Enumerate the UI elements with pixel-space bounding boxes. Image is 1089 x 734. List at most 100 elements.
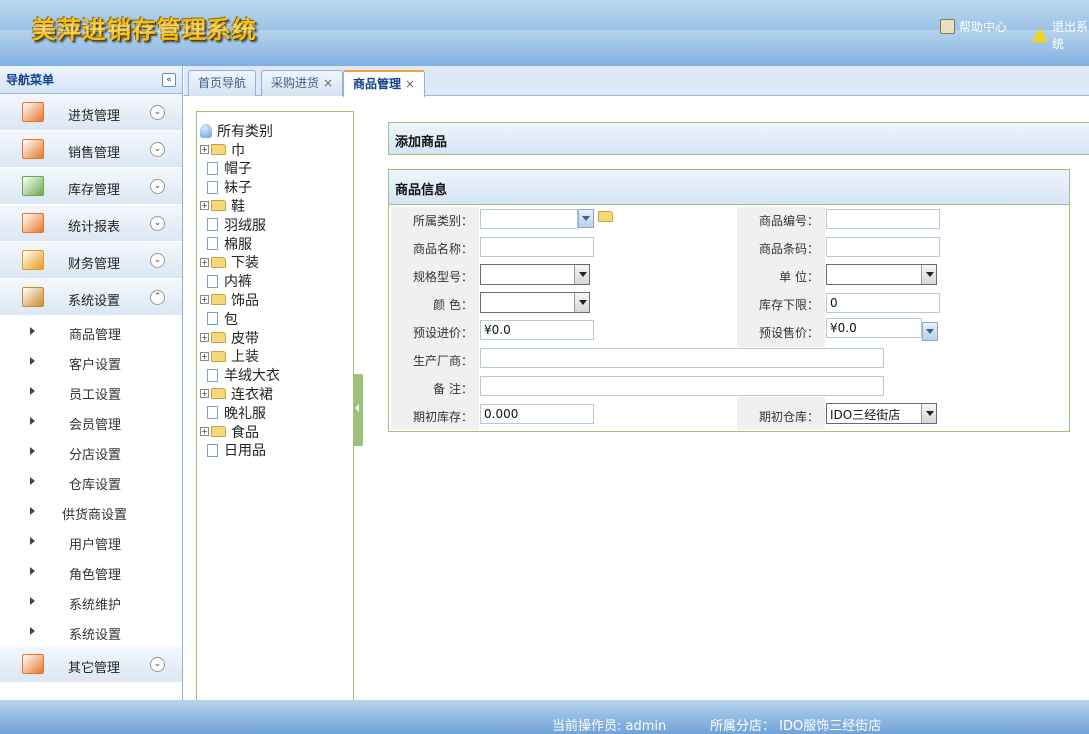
tree-node[interactable]: 羽绒服 [200,215,266,234]
tree-node[interactable]: + 巾 [200,140,245,159]
nav-sub-item[interactable]: 系统维护 [0,586,182,616]
status-bar: 当前操作员: admin 所属分店： IDO服饰三经街店 [0,700,1089,734]
tree-node-label: 食品 [231,424,259,441]
barcode-input[interactable] [826,237,940,257]
tree-root[interactable]: 所有类别 [200,121,273,140]
unit-select[interactable] [826,264,937,285]
category-tree: 所有类别 + 巾帽子 袜子 + 鞋羽绒服 棉服 + 下装内裤 + 饰品包 + 皮带 + 上装 羊绒大衣 + 连衣… [196,111,354,701]
nav-group[interactable]: 系统设置 ⌃ [0,279,182,316]
sell-price-input[interactable]: ¥0.0 [826,318,922,338]
nav-sub-item[interactable]: 角色管理 [0,556,182,586]
nav-group-other[interactable]: 其它管理 ⌄ [0,646,182,683]
product-info-header: 商品信息 [389,170,1069,205]
tree-node[interactable]: + 连衣裙 [200,384,273,403]
nav-sub-item-label: 角色管理 [69,568,122,583]
nav-group[interactable]: 销售管理 ⌄ [0,131,182,168]
tree-node[interactable]: + 皮带 [200,328,259,347]
exit-system-link[interactable]: 退出系统 [1032,18,1089,52]
help-center-link[interactable]: 帮助中心 [940,18,1007,35]
expand-icon[interactable]: + [200,201,209,211]
tab-purchase[interactable]: 采购进货 × [261,70,344,96]
nav-sub-item[interactable]: 会员管理 [0,406,182,436]
folder-icon[interactable] [598,211,613,222]
tree-node[interactable]: + 上装 [200,347,259,366]
stock-min-input[interactable]: 0 [826,293,940,313]
nav-group-label: 库存管理 [68,183,121,198]
nav-group[interactable]: 库存管理 ⌄ [0,168,182,205]
folder-icon [211,350,226,362]
chevron-down-icon[interactable]: ⌄ [150,216,165,231]
expand-icon[interactable]: + [200,333,209,342]
product-name-input[interactable] [480,237,594,257]
init-warehouse-select[interactable]: IDO三经街店 [826,403,937,424]
nav-sub-item[interactable]: 商品管理 [0,316,182,346]
expand-icon[interactable]: + [200,427,209,436]
nav-sub-item[interactable]: 供货商设置 [0,496,182,526]
nav-sub-item[interactable]: 员工设置 [0,376,182,406]
tree-node-label: 帽子 [224,161,252,178]
category-combo[interactable] [480,209,578,229]
buy-price-input[interactable]: ¥0.0 [480,320,594,340]
chevron-down-icon[interactable]: ⌄ [150,657,165,672]
color-label: 颜 色： [433,298,473,312]
nav-sub-item[interactable]: 仓库设置 [0,466,182,496]
nav-group[interactable]: 财务管理 ⌄ [0,242,182,279]
document-icon [207,237,218,250]
tree-node[interactable]: 日用品 [200,441,266,460]
product-code-input[interactable] [826,209,940,229]
init-stock-input[interactable]: 0.000 [480,404,594,424]
tree-node[interactable]: 内裤 [200,272,252,291]
sell-price-dropdown-button[interactable] [922,322,938,341]
caret-right-icon [30,447,35,455]
tree-node-label: 内裤 [224,274,252,291]
chevron-down-icon[interactable]: ⌄ [150,142,165,157]
spec-select[interactable] [480,264,590,285]
nav-sub-item[interactable]: 客户设置 [0,346,182,376]
chevron-up-icon[interactable]: ⌃ [150,290,165,305]
caret-right-icon [30,567,35,575]
expand-icon[interactable]: + [200,351,209,361]
close-icon[interactable]: × [323,76,333,90]
maker-input[interactable] [480,348,884,368]
other-icon [22,654,44,674]
chevron-down-icon[interactable]: ⌄ [150,253,165,268]
nav-sub-item[interactable]: 系统设置 [0,616,182,646]
chevron-down-icon[interactable]: ⌄ [150,105,165,120]
splitter-handle[interactable] [353,374,363,446]
warning-icon [1032,28,1048,42]
tree-root-label: 所有类别 [217,123,273,140]
tree-node[interactable]: + 饰品 [200,290,259,309]
nav-menu-title: 导航菜单 [6,73,55,87]
remark-input[interactable] [480,376,884,396]
tab-product-management[interactable]: 商品管理 × [343,70,426,97]
collapse-left-icon [355,404,359,412]
tree-node[interactable]: + 下装 [200,253,259,272]
expand-icon[interactable]: + [200,145,209,154]
chevron-down-icon[interactable]: ⌄ [150,179,165,194]
caret-right-icon [30,507,35,515]
expand-icon[interactable]: + [200,295,209,305]
tree-node[interactable]: 棉服 [200,234,252,253]
nav-sub-item[interactable]: 用户管理 [0,526,182,556]
nav-sub-item[interactable]: 分店设置 [0,436,182,466]
color-select[interactable] [480,292,590,313]
tree-node[interactable]: 包 [200,309,238,328]
tree-node[interactable]: 羊绒大衣 [200,366,280,385]
tab-home-nav[interactable]: 首页导航 [188,70,257,96]
tree-node[interactable]: + 鞋 [200,196,245,215]
nav-group[interactable]: 统计报表 ⌄ [0,205,182,242]
tree-node[interactable]: 晚礼服 [200,403,266,422]
tree-node[interactable]: 袜子 [200,178,252,197]
close-icon[interactable]: × [405,77,415,91]
expand-icon[interactable]: + [200,389,209,399]
nav-group[interactable]: 进货管理 ⌄ [0,94,182,131]
caret-right-icon [30,357,35,365]
chevron-down-icon [921,265,936,284]
tree-node[interactable]: 帽子 [200,159,252,178]
category-dropdown-button[interactable] [578,209,594,228]
collapse-nav-button[interactable]: « [162,72,176,87]
tree-node[interactable]: + 食品 [200,422,259,441]
tree-node-label: 饰品 [231,292,259,309]
maker-label: 生产厂商： [412,354,473,368]
expand-icon[interactable]: + [200,257,209,267]
